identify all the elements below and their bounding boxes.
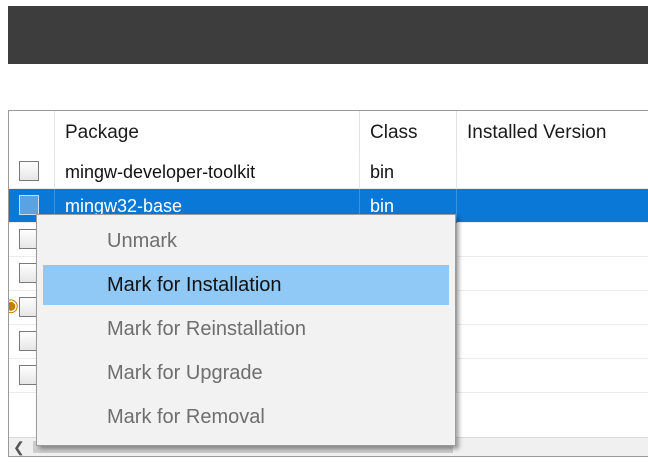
app-window: Package Class Installed Version mingw-de… — [0, 0, 648, 465]
installed-version-cell — [457, 291, 648, 325]
table-row[interactable]: mingw-developer-toolkit bin — [9, 155, 648, 189]
table-header: Package Class Installed Version — [9, 111, 648, 155]
column-header-class[interactable]: Class — [360, 111, 457, 155]
class-cell: bin — [360, 155, 457, 189]
checkbox-icon[interactable] — [19, 161, 39, 181]
column-header-installed-version[interactable]: Installed Version — [457, 111, 648, 155]
menu-item-unmark[interactable]: Unmark — [43, 221, 449, 261]
checkbox-icon[interactable] — [19, 195, 39, 215]
column-header-mark[interactable] — [9, 111, 55, 155]
menu-item-mark-for-removal[interactable]: Mark for Removal — [43, 397, 449, 437]
installed-version-cell — [457, 189, 648, 223]
installed-version-cell — [457, 359, 648, 393]
menu-item-mark-for-reinstallation[interactable]: Mark for Reinstallation — [43, 309, 449, 349]
column-header-package[interactable]: Package — [55, 111, 360, 155]
mark-cell[interactable] — [9, 155, 55, 189]
context-menu: Unmark Mark for Installation Mark for Re… — [36, 214, 456, 446]
title-bar — [8, 6, 648, 64]
scroll-left-arrow-icon[interactable]: ❮ — [13, 438, 25, 456]
installed-version-cell — [457, 155, 648, 189]
installed-version-cell — [457, 257, 648, 291]
menu-item-mark-for-upgrade[interactable]: Mark for Upgrade — [43, 353, 449, 393]
package-cell: mingw-developer-toolkit — [55, 155, 360, 189]
menu-item-mark-for-installation[interactable]: Mark for Installation — [43, 265, 449, 305]
installed-version-cell — [457, 223, 648, 257]
installed-version-cell — [457, 325, 648, 359]
package-status-icon: ◉ — [9, 295, 19, 315]
